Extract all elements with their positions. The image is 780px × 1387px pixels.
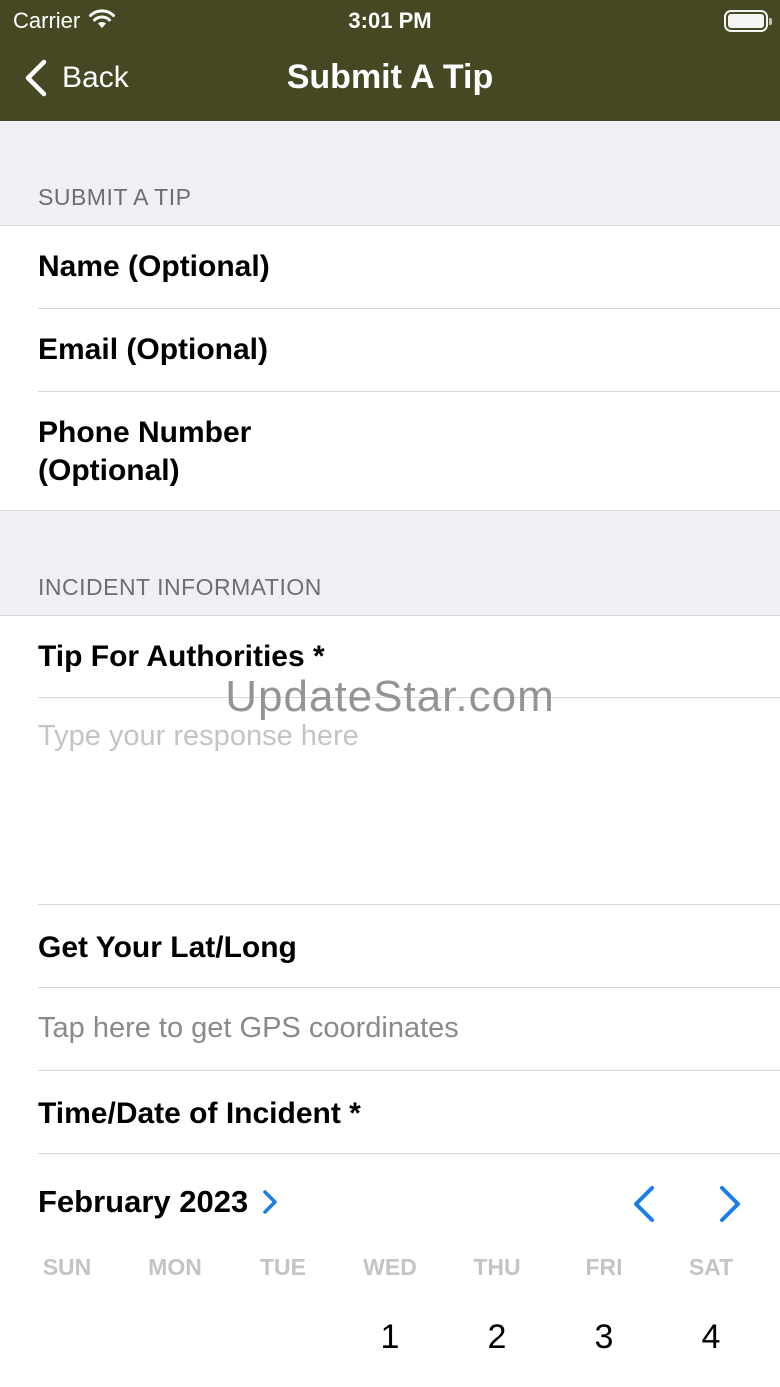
weekday-label: WED (363, 1254, 417, 1280)
gps-action-label: Tap here to get GPS coordinates (38, 1012, 459, 1044)
tip-field-label: Tip For Authorities * (38, 640, 325, 673)
chevron-right-icon (720, 1186, 740, 1222)
calendar-day[interactable]: 4 (676, 1318, 746, 1357)
status-bar: Carrier 3:01 PM (0, 6, 780, 34)
divider (38, 1153, 780, 1154)
calendar-day[interactable]: 2 (462, 1318, 532, 1357)
section-header-label: INCIDENT INFORMATION (38, 574, 322, 600)
chevron-left-icon (634, 1186, 654, 1222)
calendar-day[interactable]: 1 (355, 1318, 425, 1357)
weekday-label: MON (148, 1254, 202, 1280)
email-field-label: Email (Optional) (38, 333, 269, 366)
tip-label-row: Tip For Authorities * (0, 616, 780, 698)
weekday-label: TUE (260, 1254, 306, 1280)
email-field[interactable]: Email (Optional) (0, 309, 780, 391)
weekday-label: SUN (42, 1254, 92, 1280)
section-header-incident: INCIDENT INFORMATION (0, 510, 780, 616)
weekday-label: FRI (585, 1254, 623, 1280)
section-header-submit-tip: SUBMIT A TIP (0, 121, 780, 226)
tip-placeholder: Type your response here (38, 720, 359, 752)
latlong-label: Get Your Lat/Long (38, 931, 297, 964)
latlong-label-row: Get Your Lat/Long (0, 905, 780, 987)
calendar-day[interactable]: 3 (569, 1318, 639, 1357)
section-header-label: SUBMIT A TIP (38, 184, 192, 210)
tip-textarea[interactable]: Type your response here (0, 698, 780, 904)
status-time: 3:01 PM (348, 8, 432, 33)
name-field[interactable]: Name (Optional) (0, 226, 780, 309)
time-date-label: Time/Date of Incident * (38, 1097, 361, 1130)
weekday-label: SAT (688, 1254, 734, 1280)
navigation-bar: Carrier 3:01 PM Back Submit A Tip (0, 0, 780, 121)
gps-button[interactable]: Tap here to get GPS coordinates (0, 988, 780, 1070)
phone-field[interactable]: Phone Number (Optional) (0, 392, 780, 510)
phone-field-label: Phone Number (Optional) (38, 416, 252, 487)
page-title: Submit A Tip (286, 58, 494, 96)
next-month-button[interactable] (708, 1184, 748, 1224)
weekday-label: THU (473, 1254, 521, 1280)
calendar-month-selector[interactable]: February 2023 (38, 1184, 278, 1220)
chevron-right-icon (263, 1190, 277, 1214)
name-field-label: Name (Optional) (38, 250, 270, 283)
battery-icon (724, 10, 772, 32)
time-label-row: Time/Date of Incident * (0, 1071, 780, 1153)
calendar-month-label: February 2023 (38, 1184, 249, 1219)
previous-month-button[interactable] (626, 1184, 666, 1224)
